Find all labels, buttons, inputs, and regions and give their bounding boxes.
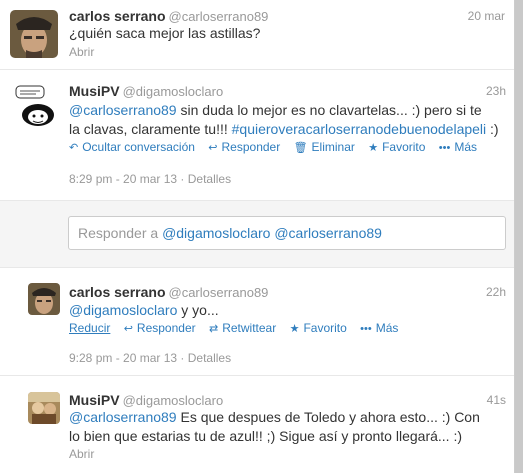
delete-button[interactable]: 🗑 Eliminar [294,140,355,154]
tweet-time[interactable]: 41s [487,393,506,407]
reply-mention: @carloserrano89 [274,225,382,241]
reply-mention: @digamosloclaro [162,225,271,241]
details-link[interactable]: Detalles [188,172,231,186]
tweet-musipv-1[interactable]: MusiPV @digamosloclaro 23h @carloserrano8… [0,70,514,202]
author-display-name[interactable]: carlos serrano [69,284,166,300]
tweet-text: @digamosloclaro y yo... [69,301,219,320]
tweet-carlos-1[interactable]: carlos serrano @carloserrano89 20 mar ¿qu… [0,0,514,70]
more-icon: ••• [360,323,372,335]
hide-conversation-button[interactable]: ↶ Ocultar conversación [69,140,195,154]
author-name[interactable]: carlos serrano @carloserrano89 [69,284,268,300]
tweet-text: ¿quién saca mejor las astillas? [69,25,261,41]
star-icon: ★ [289,323,300,335]
open-link[interactable]: Abrir [69,45,94,59]
author-name[interactable]: MusiPV @digamosloclaro [69,83,223,99]
retweet-button[interactable]: ⇄ Retwittear [209,321,276,335]
details-link[interactable]: Detalles [188,351,231,365]
tweet-text: @carloserrano89 Es que despues de Toledo… [69,408,509,446]
star-icon: ★ [368,142,379,154]
avatar-carlos[interactable] [28,283,60,315]
tweet-timestamp: 8:29 pm - 20 mar 13 · Detalles [69,172,232,186]
tweet-text-part: :) [486,121,499,137]
open-link[interactable]: Abrir [69,447,94,461]
retweet-label: Retwittear [222,321,277,335]
tweet-text-part: sin duda lo mejor es no clavartelas... :… [176,102,482,118]
tweet-time[interactable]: 20 mar [468,9,505,23]
author-name[interactable]: carlos serrano @carloserrano89 [69,8,268,24]
avatar-musipv[interactable] [28,392,60,424]
avatar-carlos[interactable] [10,10,58,58]
trash-icon: 🗑 [293,142,308,154]
favorite-label: Favorito [303,321,347,335]
tweet-text-part: lo bien que estarias tu de azul!! ;) Sig… [69,428,462,444]
author-handle[interactable]: @digamosloclaro [123,393,224,408]
author-handle[interactable]: @digamosloclaro [123,84,224,99]
author-name[interactable]: MusiPV @digamosloclaro [69,392,223,408]
reply-label: Responder [221,140,281,154]
avatar-musipv[interactable] [14,82,62,130]
tweet-time[interactable]: 22h [486,285,506,299]
timestamp-text[interactable]: 8:29 pm - 20 mar 13 [69,172,177,186]
timestamp-text[interactable]: 9:28 pm - 20 mar 13 [69,351,177,365]
reply-label: Responder [136,321,196,335]
author-display-name[interactable]: MusiPV [69,392,120,408]
more-label: Más [454,140,478,154]
more-button[interactable]: ••• Más [360,321,398,335]
reply-button[interactable]: ↩ Responder [124,321,196,335]
tweet-actions: Reducir ↩ Responder ⇄ Retwittear ★ Favorito… [69,321,408,335]
collapse-button[interactable]: Reducir [69,321,110,335]
hide-conversation-label: Ocultar conversación [82,140,195,154]
tweet-text-part: y yo... [177,302,219,318]
tweet-text: @carloserrano89 sin duda lo mejor es no … [69,101,509,139]
mention-link[interactable]: @digamosloclaro [69,302,177,318]
hide-icon: ↶ [69,142,79,154]
mention-link[interactable]: @carloserrano89 [69,409,177,425]
tweet-carlos-2[interactable]: carlos serrano @carloserrano89 22h @digam… [0,268,514,376]
tweet-musipv-2[interactable]: MusiPV @digamosloclaro 41s @carloserrano8… [0,376,514,473]
more-label: Más [375,321,399,335]
delete-label: Eliminar [311,140,355,154]
author-display-name[interactable]: carlos serrano [69,8,166,24]
more-button[interactable]: ••• Más [439,140,477,154]
more-icon: ••• [438,142,451,154]
author-handle[interactable]: @carloserrano89 [169,9,269,24]
tweet-actions: ↶ Ocultar conversación ↩ Responder 🗑 Elimin… [69,140,487,154]
hashtag-link[interactable]: #quieroveracarloserranodebuenodelapeli [232,121,487,137]
tweet-time[interactable]: 23h [486,84,506,98]
reply-prefix: Responder a [78,225,163,241]
author-display-name[interactable]: MusiPV [69,83,120,99]
tweet-text-part: Es que despues de Toledo y ahora esto...… [176,409,480,425]
reply-icon: ↩ [208,142,218,154]
favorite-button[interactable]: ★ Favorito [290,321,347,335]
author-handle[interactable]: @carloserrano89 [169,285,269,300]
favorite-label: Favorito [382,140,426,154]
favorite-button[interactable]: ★ Favorito [368,140,425,154]
timeline-stream: carlos serrano @carloserrano89 20 mar ¿qu… [0,0,515,473]
tweet-timestamp: 9:28 pm - 20 mar 13 · Detalles [69,351,232,365]
reply-button[interactable]: ↩ Responder [208,140,280,154]
reply-input[interactable]: Responder a @digamosloclaro @carloserran… [68,216,506,250]
reply-icon: ↩ [123,323,133,335]
tweet-text-part: la clavas, claramente tu!!! [69,121,232,137]
mention-link[interactable]: @carloserrano89 [69,102,177,118]
retweet-icon: ⇄ [208,323,219,335]
